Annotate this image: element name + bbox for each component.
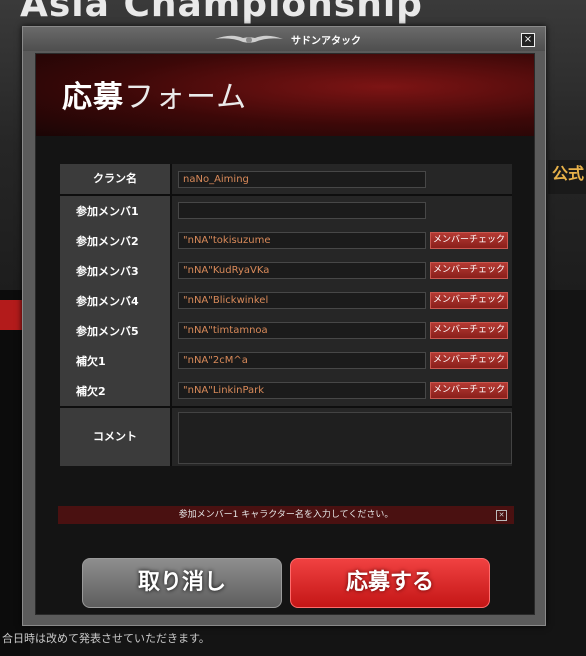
member1-label: 参加メンバ1 — [76, 205, 139, 218]
member3-check-button[interactable]: メンバーチェック — [430, 262, 508, 279]
form-title: 応募フォーム — [62, 72, 247, 116]
background-right-badge: 公式 — [548, 160, 586, 194]
dialog-titlebar[interactable]: サドンアタック × — [23, 27, 545, 51]
cancel-button[interactable]: 取り消し — [82, 558, 282, 608]
member3-input[interactable]: "nNA"KudRyaVKa — [178, 262, 426, 279]
clan-name-input[interactable]: naNo_Aiming — [178, 171, 426, 188]
substitute2-input[interactable]: "nNA"LinkinPark — [178, 382, 426, 399]
substitute1-input[interactable]: "nNA"2cM^a — [178, 352, 426, 369]
substitute2-label: 補欠2 — [76, 385, 106, 398]
substitute1-label: 補欠1 — [76, 355, 106, 368]
member2-check-button[interactable]: メンバーチェック — [430, 232, 508, 249]
apply-button[interactable]: 応募する — [290, 558, 490, 608]
dialog-body: 応募フォーム クラン名 naNo_Aiming 参加メンバ1 参加メンバ2 "n… — [35, 53, 535, 615]
validation-notice: 参加メンバー1 キャラクター名を入力してください。 ✕ — [58, 506, 514, 524]
member4-input[interactable]: "nNA"Blickwinkel — [178, 292, 426, 309]
member1-input[interactable] — [178, 202, 426, 219]
background-title: Asia Championship — [20, 0, 423, 25]
window-close-button[interactable]: × — [521, 33, 535, 47]
comment-label: コメント — [60, 408, 170, 466]
substitute2-check-button[interactable]: メンバーチェック — [430, 382, 508, 399]
application-form-dialog: サドンアタック × 応募フォーム クラン名 naNo_Aiming 参加メンバ1… — [22, 26, 546, 626]
form-header: 応募フォーム — [36, 54, 534, 136]
background-red-strip — [0, 300, 22, 330]
member4-label: 参加メンバ4 — [76, 295, 139, 308]
member2-label: 参加メンバ2 — [76, 235, 139, 248]
clan-row: クラン名 naNo_Aiming — [60, 164, 512, 194]
window-title: サドンアタック — [291, 36, 361, 47]
form-table: クラン名 naNo_Aiming 参加メンバ1 参加メンバ2 "nNA"toki… — [60, 164, 512, 466]
comment-textarea[interactable] — [178, 412, 512, 464]
member2-input[interactable]: "nNA"tokisuzume — [178, 232, 426, 249]
background-bottom-text: 合日時は改めて発表させていただきます。 — [2, 632, 210, 645]
member5-input[interactable]: "nNA"timtamnoa — [178, 322, 426, 339]
notice-close-icon[interactable]: ✕ — [496, 510, 507, 521]
substitute1-check-button[interactable]: メンバーチェック — [430, 352, 508, 369]
member5-label: 参加メンバ5 — [76, 325, 139, 338]
winged-emblem-icon — [213, 31, 285, 47]
form-title-rest: フォーム — [124, 80, 248, 115]
notice-text: 参加メンバー1 キャラクター名を入力してください。 — [178, 510, 394, 520]
member3-label: 参加メンバ3 — [76, 265, 139, 278]
member4-check-button[interactable]: メンバーチェック — [430, 292, 508, 309]
form-title-bold: 応募 — [62, 80, 124, 115]
member5-check-button[interactable]: メンバーチェック — [430, 322, 508, 339]
clan-label: クラン名 — [60, 164, 170, 194]
